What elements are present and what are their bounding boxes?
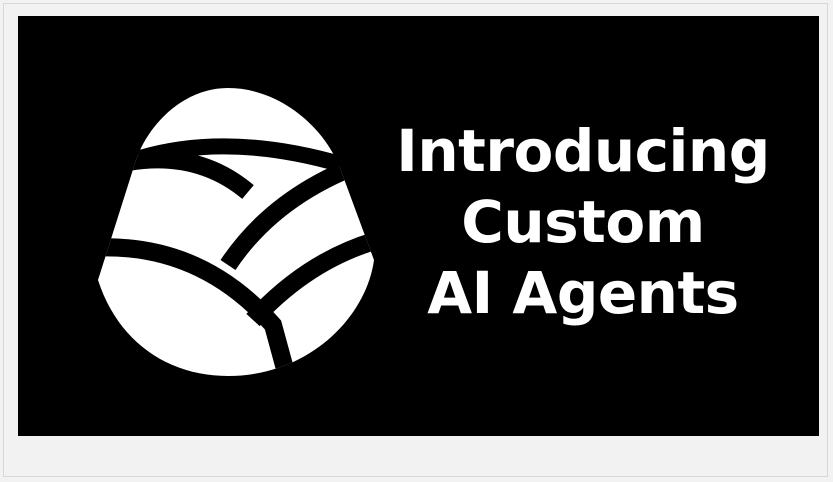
headline-line-3: AI Agents bbox=[427, 259, 739, 327]
card-footer-area bbox=[18, 436, 819, 474]
leaf-bud-logo-icon bbox=[98, 88, 374, 376]
headline: Introducing Custom AI Agents bbox=[378, 116, 788, 329]
headline-line-1: Introducing bbox=[396, 117, 770, 185]
image-card: Introducing Custom AI Agents bbox=[3, 3, 828, 477]
headline-line-2: Custom bbox=[461, 188, 705, 256]
announcement-banner-image: Introducing Custom AI Agents bbox=[18, 16, 819, 436]
